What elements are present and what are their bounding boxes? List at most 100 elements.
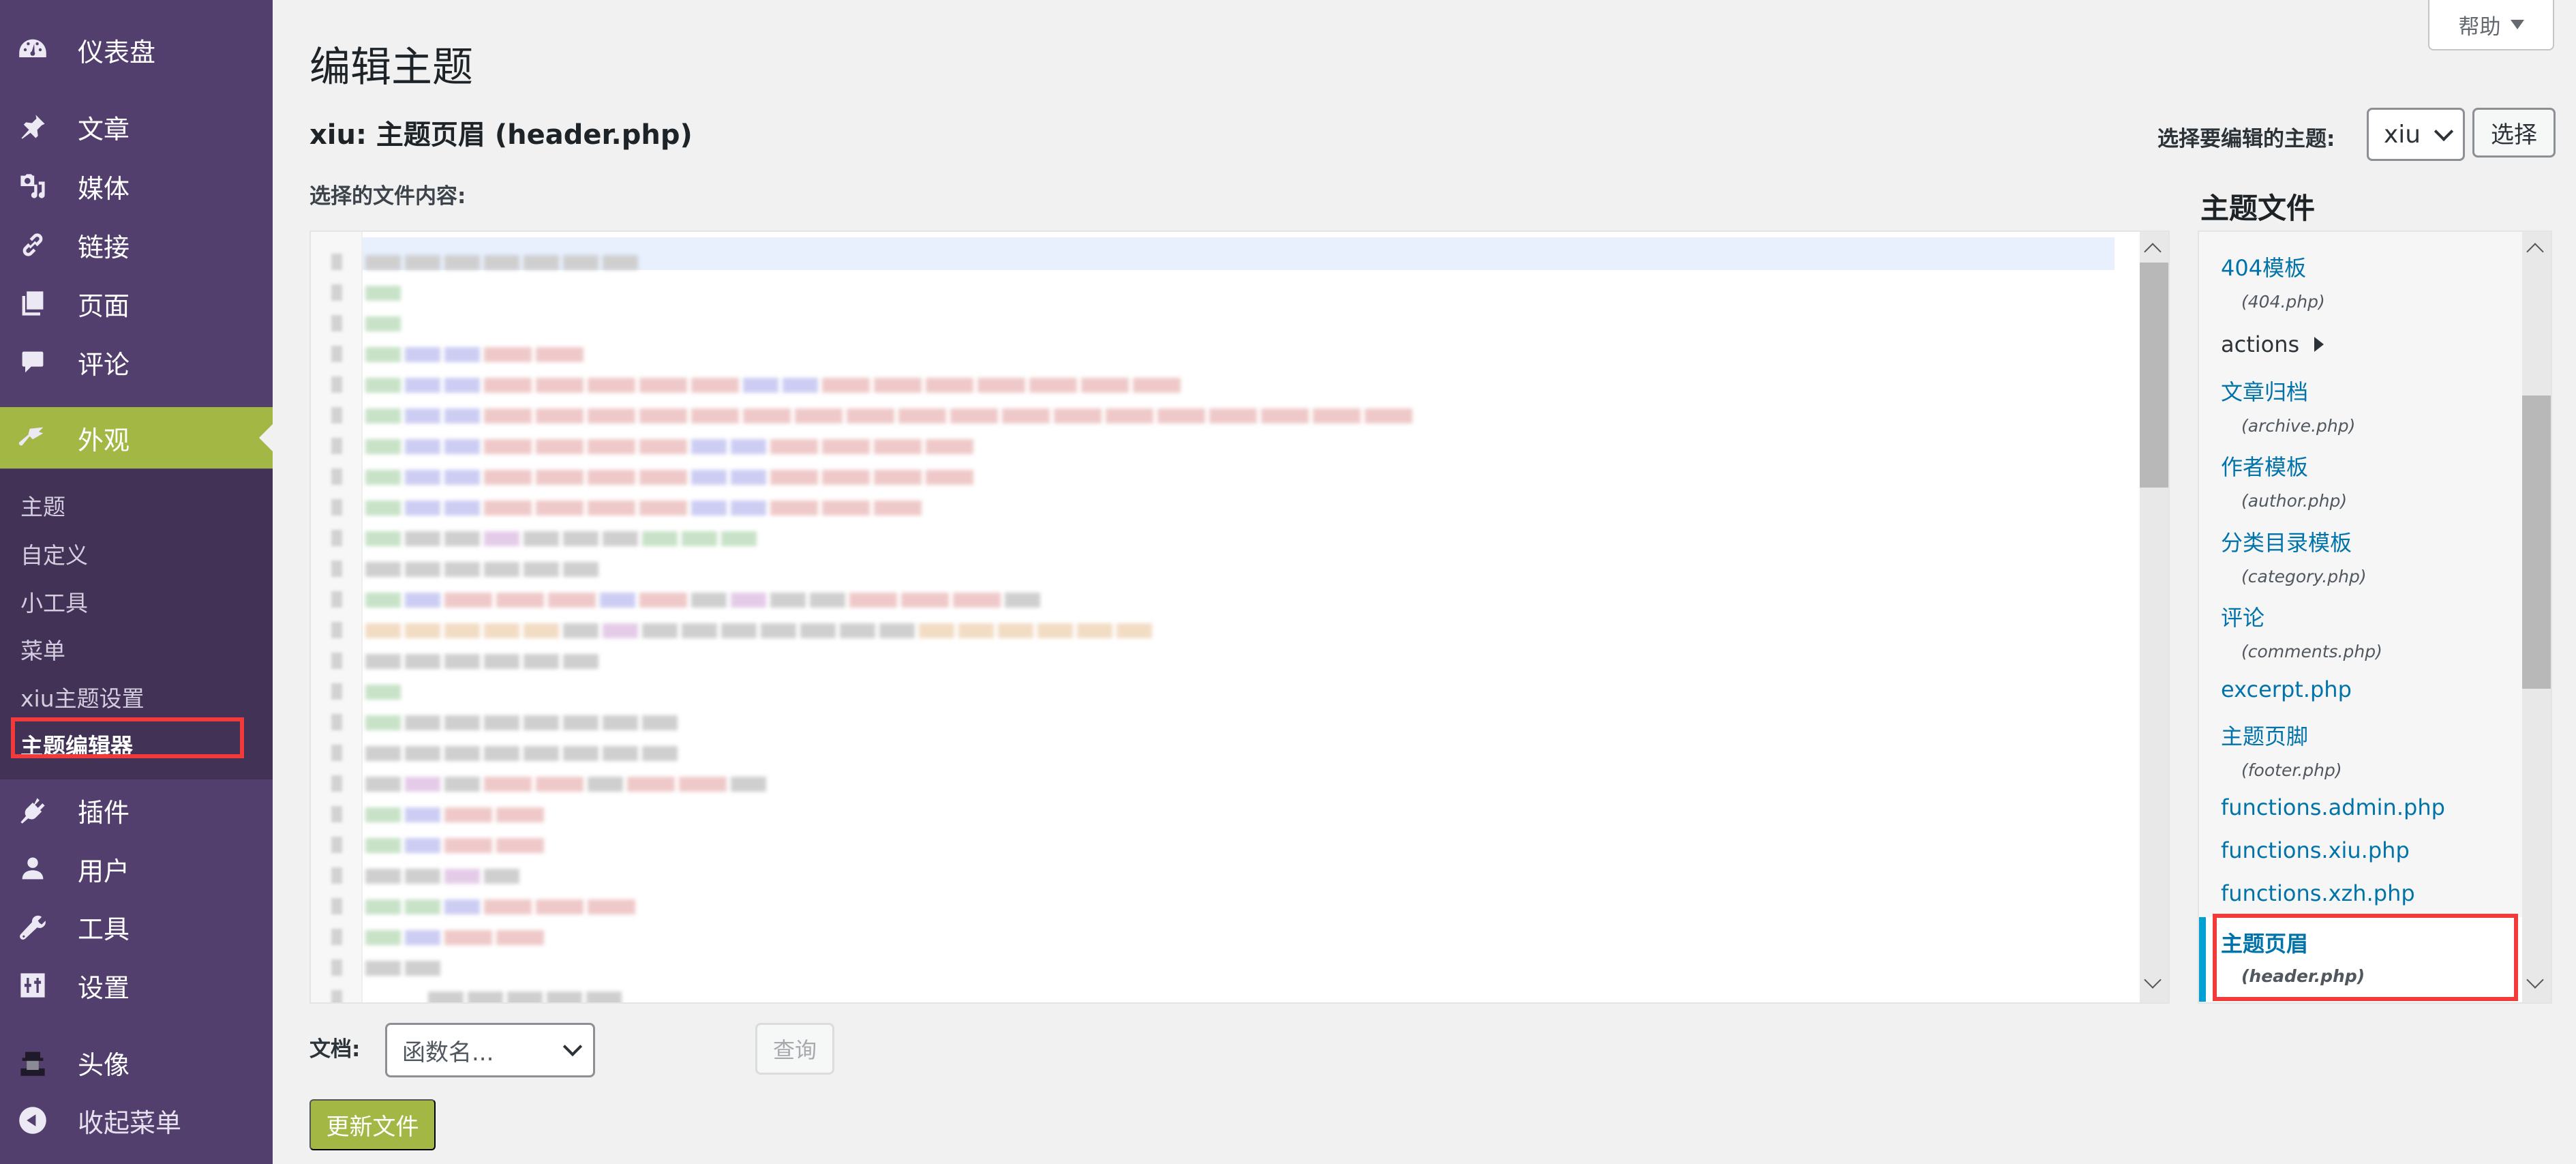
blurred-token <box>563 715 598 730</box>
sidebar-item-plugins[interactable]: 插件 <box>0 781 273 839</box>
update-file-button[interactable]: 更新文件 <box>309 1099 436 1150</box>
blurred-token <box>849 593 897 608</box>
blurred-token <box>600 593 635 608</box>
blurred-token <box>484 623 519 638</box>
sidebar-item-comments[interactable]: 评论 <box>0 333 273 391</box>
code-editor[interactable] <box>309 230 2170 1004</box>
submenu-item-xiu-settings[interactable]: xiu主题设置 <box>20 681 145 713</box>
file-item-functions-xzh[interactable]: functions.xzh.php <box>2221 880 2415 906</box>
editor-scrollbar-thumb[interactable] <box>2140 263 2168 488</box>
blurred-token <box>365 593 401 608</box>
sidebar-item-posts[interactable]: 文章 <box>0 98 273 156</box>
file-item-404[interactable]: 404模板 (404.php) <box>2221 251 2325 312</box>
line-number <box>331 499 342 516</box>
appearance-submenu: 主题 自定义 小工具 菜单 xiu主题设置 主题编辑器 <box>0 469 273 779</box>
blurred-token <box>731 501 766 516</box>
sidebar-item-label: 外观 <box>78 425 130 456</box>
blurred-code-line <box>365 807 544 822</box>
blurred-token <box>586 991 622 1002</box>
scroll-up-icon[interactable] <box>2526 243 2544 260</box>
blurred-token <box>405 623 440 638</box>
blurred-token <box>879 623 915 638</box>
submenu-item-menus[interactable]: 菜单 <box>20 633 65 666</box>
file-list-scrollbar[interactable] <box>2522 232 2551 1002</box>
blurred-code-line <box>365 930 544 945</box>
blurred-token <box>365 869 401 884</box>
blurred-token <box>365 899 401 914</box>
select-theme-button[interactable]: 选择 <box>2472 108 2556 158</box>
blurred-code-line <box>365 899 635 914</box>
file-item-author[interactable]: 作者模板 (author.php) <box>2221 450 2347 511</box>
submenu-item-customize[interactable]: 自定义 <box>20 537 88 570</box>
sidebar-item-appearance[interactable]: 外观 <box>0 407 273 468</box>
blurred-token <box>365 470 401 485</box>
blurred-token <box>1029 378 1077 393</box>
blurred-code-line <box>365 991 622 1002</box>
blurred-code-line <box>365 746 678 761</box>
blurred-token <box>484 746 519 761</box>
sidebar-item-settings[interactable]: 设置 <box>0 956 273 1015</box>
blurred-token <box>365 286 401 301</box>
sidebar-item-avatar[interactable]: 头像 <box>0 1033 273 1092</box>
file-item-category[interactable]: 分类目录模板 (category.php) <box>2221 526 2367 586</box>
scroll-down-icon[interactable] <box>2526 971 2544 989</box>
line-number <box>331 438 342 454</box>
editor-scrollbar[interactable] <box>2140 232 2168 1002</box>
blurred-token <box>822 378 870 393</box>
submenu-item-theme-editor[interactable]: 主题编辑器 <box>20 728 133 761</box>
file-item-functions-xiu[interactable]: functions.xiu.php <box>2221 837 2410 863</box>
sidebar-item-links[interactable]: 链接 <box>0 215 273 274</box>
blurred-token <box>840 623 875 638</box>
file-item-header-current[interactable]: 主题页眉 (header.php) <box>2199 917 2524 1002</box>
file-item-footer[interactable]: 主题页脚 (footer.php) <box>2221 719 2342 780</box>
theme-select-label: 选择要编辑的主题: <box>2157 127 2335 151</box>
theme-select[interactable]: xiu <box>2367 108 2465 161</box>
file-list-scrollbar-thumb[interactable] <box>2522 396 2551 689</box>
blurred-token <box>405 930 440 945</box>
blurred-code-line <box>365 623 1152 638</box>
blurred-code-line <box>365 408 1412 423</box>
chevron-down-icon <box>562 1036 583 1057</box>
blurred-token <box>405 470 440 485</box>
chevron-down-icon <box>2434 121 2454 142</box>
blurred-token <box>365 807 401 822</box>
blurred-token <box>484 899 532 914</box>
blurred-token <box>639 378 687 393</box>
folder-item-actions[interactable]: actions <box>2221 331 2324 357</box>
submenu-item-themes[interactable]: 主题 <box>20 489 65 522</box>
blurred-token <box>365 961 401 976</box>
blurred-token <box>405 838 440 853</box>
sidebar-item-dashboard[interactable]: 仪表盘 <box>0 20 273 79</box>
help-button[interactable]: 帮助 <box>2428 0 2554 50</box>
line-number <box>331 867 342 884</box>
blurred-token <box>405 869 440 884</box>
blurred-token <box>536 408 584 423</box>
file-item-excerpt[interactable]: excerpt.php <box>2221 676 2352 702</box>
blurred-token <box>639 408 687 423</box>
sidebar-item-label: 设置 <box>78 972 130 1003</box>
appearance-brush-icon <box>16 421 49 454</box>
blurred-token <box>524 746 559 761</box>
sidebar-item-users[interactable]: 用户 <box>0 839 273 898</box>
file-item-archive[interactable]: 文章归档 (archive.php) <box>2221 375 2355 436</box>
blurred-code-line <box>365 378 1181 393</box>
file-item-functions-admin[interactable]: functions.admin.php <box>2221 794 2445 820</box>
blurred-token <box>639 501 687 516</box>
blurred-code-line <box>365 501 922 516</box>
sidebar-item-media[interactable]: 媒体 <box>0 157 273 215</box>
file-item-comments[interactable]: 评论 (comments.php) <box>2221 601 2382 661</box>
blurred-token <box>524 623 559 638</box>
lookup-button[interactable]: 查询 <box>755 1023 834 1075</box>
blurred-token <box>405 593 440 608</box>
function-name-select[interactable]: 函数名... <box>385 1023 595 1077</box>
blurred-token <box>468 991 503 1002</box>
collapse-menu-button[interactable]: 收起菜单 <box>0 1091 273 1150</box>
line-number <box>331 959 342 976</box>
scroll-up-icon[interactable] <box>2144 243 2162 260</box>
sidebar-item-pages[interactable]: 页面 <box>0 274 273 333</box>
sidebar-item-tools[interactable]: 工具 <box>0 897 273 956</box>
scroll-down-icon[interactable] <box>2144 971 2162 989</box>
documentation-label: 文档: <box>309 1037 361 1062</box>
blurred-token <box>1157 408 1205 423</box>
submenu-item-widgets[interactable]: 小工具 <box>20 585 88 618</box>
